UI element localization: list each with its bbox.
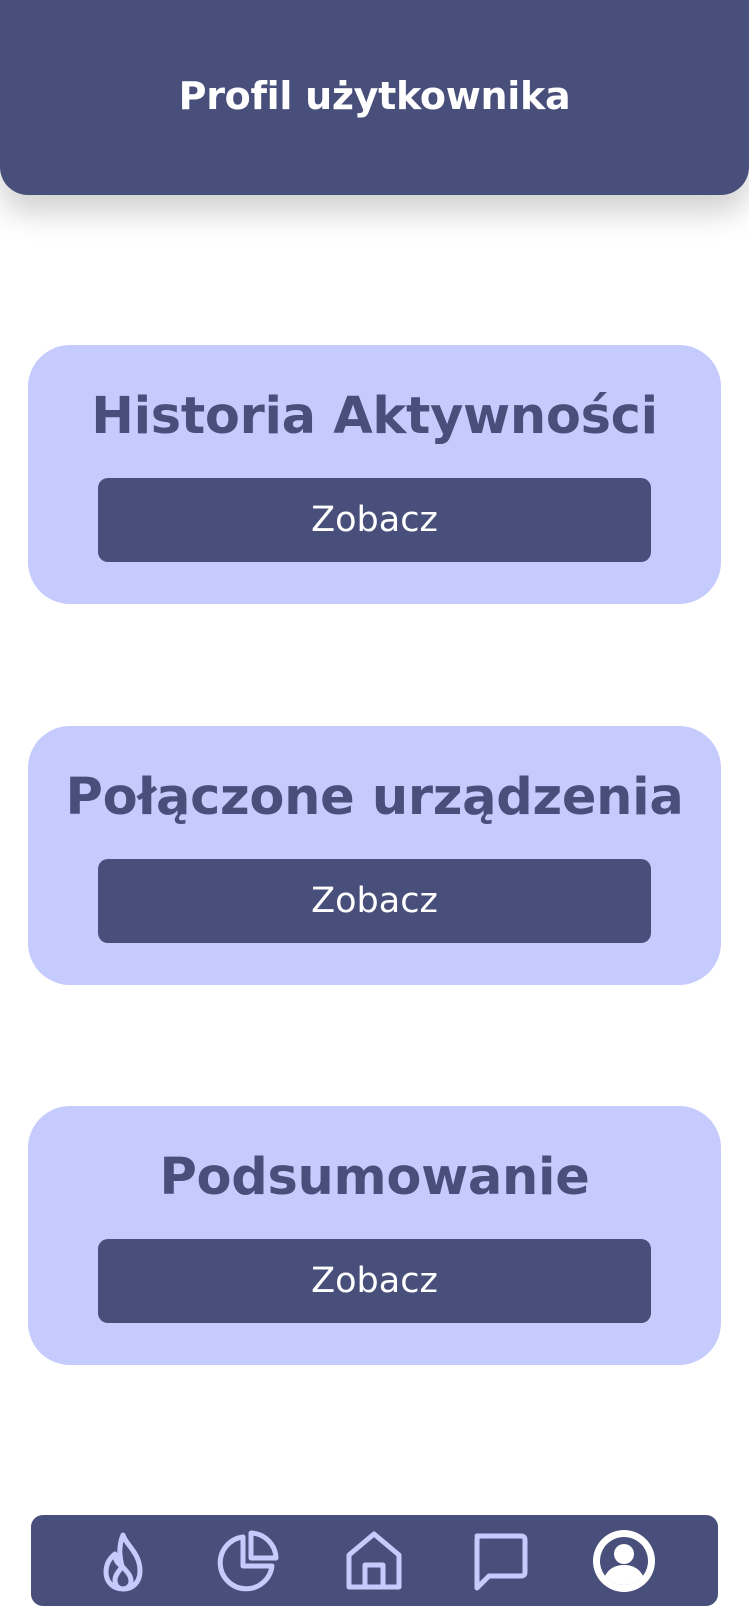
flame-icon (96, 1529, 152, 1593)
bottom-navigation (31, 1515, 718, 1606)
nav-item-messages[interactable] (462, 1525, 536, 1597)
nav-item-activity[interactable] (87, 1525, 161, 1597)
chat-icon (469, 1530, 529, 1592)
view-connected-devices-button[interactable]: Zobacz (98, 859, 651, 943)
activity-history-card: Historia Aktywności Zobacz (28, 345, 721, 604)
card-title: Połączone urządzenia (65, 768, 684, 827)
profile-screen: Profil użytkownika Historia Aktywności Z… (0, 0, 749, 1621)
app-header: Profil użytkownika (0, 0, 749, 195)
summary-card: Podsumowanie Zobacz (28, 1106, 721, 1365)
pie-chart-icon (216, 1529, 280, 1593)
nav-item-home[interactable] (337, 1525, 411, 1597)
home-icon (343, 1529, 405, 1593)
nav-item-profile[interactable] (587, 1525, 661, 1597)
nav-item-statistics[interactable] (211, 1525, 285, 1597)
connected-devices-card: Połączone urządzenia Zobacz (28, 726, 721, 985)
page-title: Profil użytkownika (178, 73, 571, 118)
view-activity-history-button[interactable]: Zobacz (98, 478, 651, 562)
card-title: Historia Aktywności (91, 387, 658, 446)
user-profile-icon (591, 1528, 657, 1594)
card-title: Podsumowanie (159, 1148, 590, 1207)
view-summary-button[interactable]: Zobacz (98, 1239, 651, 1323)
